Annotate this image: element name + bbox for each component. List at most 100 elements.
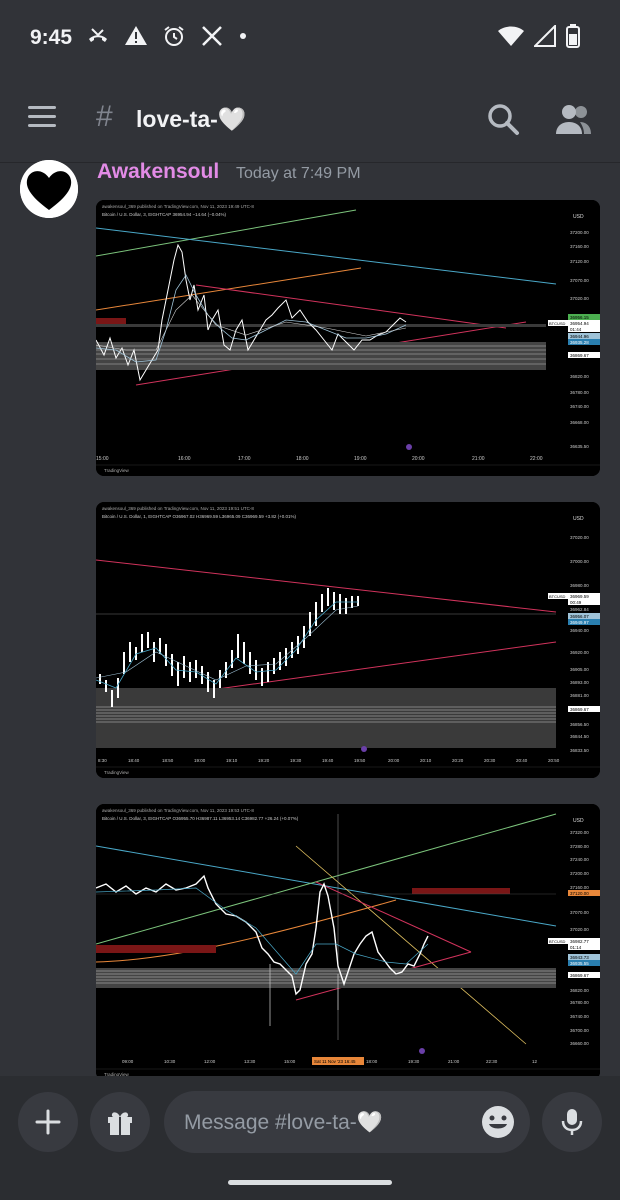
signal-icon [534, 25, 556, 47]
chart1-time-label: 19:00 [354, 456, 367, 462]
alarm-icon [164, 26, 184, 46]
chart1-symbol: Bitcoin / U.S. Dollar, 3, EIGHTCAP 36954… [102, 212, 226, 217]
chart1-time-label: 17:00 [238, 456, 251, 462]
x-logo-icon [202, 26, 222, 46]
chart1-time-label: 15:00 [96, 456, 109, 462]
chart2-price-label: 36962.84 [570, 607, 589, 612]
chart2-symbol-tag: BTCUSD [549, 594, 566, 599]
chart1-price-label: 37160.00 [570, 244, 589, 249]
chart1-price-label: 01:44 [570, 327, 582, 332]
dot-icon [240, 33, 246, 39]
chart2-price-label: 36969.59 [570, 594, 589, 599]
chart2-price-label: 36893.00 [570, 680, 589, 685]
chart3-time-label: 12 [532, 1059, 538, 1064]
search-icon[interactable] [486, 102, 520, 136]
chart3-currency: USD [573, 818, 584, 824]
chart-image-1[interactable]: awakensoul_369 published on TradingView.… [96, 200, 600, 476]
channel-hash-icon: # [96, 100, 113, 133]
chart1-price-label: 36956.15 [570, 315, 589, 320]
chart1-price-label: 37070.00 [570, 278, 589, 283]
chart2-time-label: 19:30 [290, 758, 302, 763]
chart1-price-label: 36820.00 [570, 374, 589, 379]
chart2-price-label: 36869.67 [570, 707, 589, 712]
chart3-price-label: 36869.67 [570, 973, 589, 978]
chart2-time-label: 20:10 [420, 758, 432, 763]
chart3-time-label: 09:00 [122, 1059, 134, 1064]
chart1-price-label: 36635.50 [570, 444, 589, 449]
channel-name[interactable]: love-ta-🤍 [136, 106, 246, 133]
chart3-time-label: 21:00 [448, 1059, 460, 1064]
chart3-publisher: awakensoul_369 published on TradingView.… [102, 808, 254, 813]
chart1-time-label: 21:00 [472, 456, 485, 462]
add-attachment-button[interactable] [18, 1092, 78, 1152]
chart3-price-label: 36660.00 [570, 1041, 589, 1046]
chart2-price-label: 36940.00 [570, 628, 589, 633]
chart2-time-label: 18:40 [128, 758, 140, 763]
warning-icon [125, 26, 147, 45]
chart2-price-label: 36844.50 [570, 734, 589, 739]
chart3-price-label: 36820.00 [570, 988, 589, 993]
chart3-price-label: 36780.00 [570, 1000, 589, 1005]
chart2-price-label: 00:49 [570, 600, 582, 605]
status-icons-right [498, 24, 580, 48]
chart1-price-label: 36954.94 [570, 321, 589, 326]
heart-avatar-icon [20, 160, 78, 218]
chart3-symbol-tag: BTCUSD [549, 939, 566, 944]
chart2-price-label: 36920.00 [570, 650, 589, 655]
chart1-price-label: 36780.00 [570, 390, 589, 395]
chart3-price-label: 37120.00 [570, 891, 589, 896]
chart3-price-label: 36982.77 [570, 939, 589, 944]
chart1-price-label: 36944.96 [570, 334, 589, 339]
chart3-time-label: 13:30 [244, 1059, 256, 1064]
chart2-time-label: 19:20 [258, 758, 270, 763]
chart2-time-label: 19:50 [354, 758, 366, 763]
chart2-time-label: 19:10 [226, 758, 238, 763]
menu-icon[interactable] [28, 106, 56, 130]
chart3-price-label: 37320.00 [570, 830, 589, 835]
chart2-currency: USD [573, 516, 584, 522]
chart2-time-label: 18:50 [162, 758, 174, 763]
chart3-price-label: 36700.00 [570, 1028, 589, 1033]
home-indicator[interactable] [228, 1180, 392, 1185]
gift-icon [108, 1112, 132, 1135]
chart1-price-label: 36668.00 [570, 420, 589, 425]
chart2-price-label: 36956.07 [570, 614, 589, 619]
status-bar: 9:45 [0, 0, 620, 76]
battery-icon [566, 24, 580, 48]
status-icons-left [86, 24, 248, 48]
chart3-time-label: 12:00 [204, 1059, 216, 1064]
chart3-time-label: 15:00 [284, 1059, 296, 1064]
avatar[interactable] [20, 160, 78, 218]
chart2-time-label: 20:40 [516, 758, 528, 763]
chart3-time-label: 10:30 [164, 1059, 176, 1064]
chart2-time-label: 20:20 [452, 758, 464, 763]
message-input[interactable]: Message #love-ta-🤍 [164, 1091, 530, 1153]
chart1-symbol-tag: BTCUSD [549, 321, 566, 326]
chart2-price-label: 36833.50 [570, 748, 589, 753]
username[interactable]: Awakensoul [97, 160, 219, 184]
gift-button[interactable] [90, 1092, 150, 1152]
chart2-time-label: 20:30 [484, 758, 496, 763]
chart2-price-label: 36980.00 [570, 583, 589, 588]
chart3-symbol: Bitcoin / U.S. Dollar, 3, EIGHTCAP O3695… [102, 816, 299, 821]
chart3-price-label: 36740.00 [570, 1014, 589, 1019]
mic-icon [561, 1109, 583, 1135]
chart2-price-label: 36881.00 [570, 693, 589, 698]
chart-image-2[interactable]: awakensoul_369 published on TradingView.… [96, 502, 600, 778]
chart2-time-label: 20:50 [548, 758, 560, 763]
chart2-time-label: 19:00 [194, 758, 206, 763]
chart2-symbol: Bitcoin / U.S. Dollar, 1, EIGHTCAP O3696… [102, 514, 297, 519]
chart-image-3[interactable]: awakensoul_369 published on TradingView.… [96, 804, 600, 1080]
chart3-price-label: 37200.00 [570, 871, 589, 876]
status-time: 9:45 [30, 26, 73, 49]
emoji-icon[interactable] [480, 1104, 516, 1140]
chart1-price-label: 36935.28 [570, 340, 589, 345]
message-placeholder: Message #love-ta-🤍 [184, 1111, 383, 1134]
chart3-price-label: 36943.73 [570, 955, 589, 960]
members-icon[interactable] [554, 100, 592, 138]
chart2-price-label: 37000.00 [570, 559, 589, 564]
chart3-time-label: 22:30 [486, 1059, 498, 1064]
voice-button[interactable] [542, 1092, 602, 1152]
chart1-time-label: 16:00 [178, 456, 191, 462]
chart2-publisher: awakensoul_369 published on TradingView.… [102, 506, 254, 511]
